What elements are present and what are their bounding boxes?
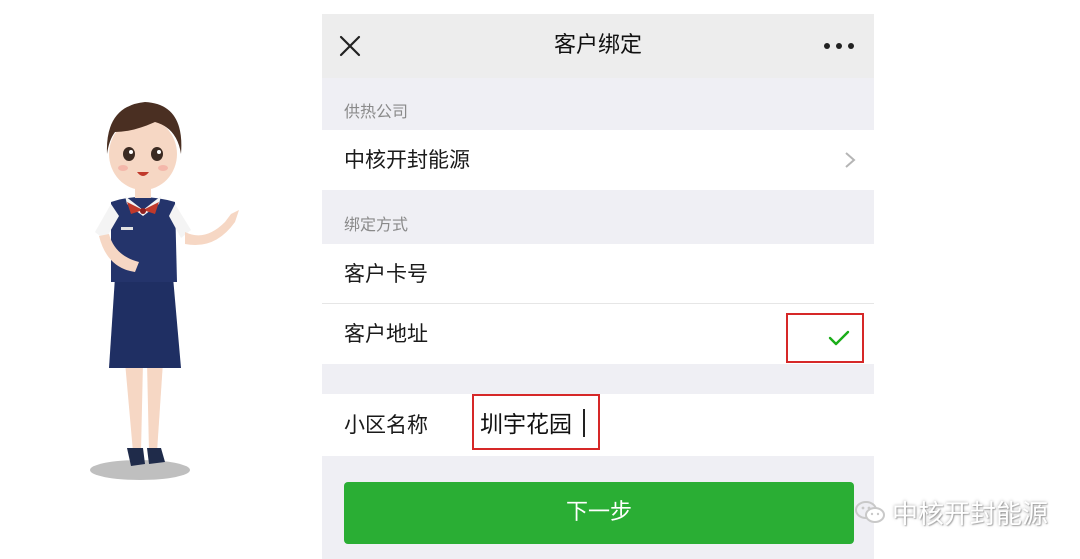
wechat-icon (854, 501, 885, 523)
selected-highlight-box (786, 313, 864, 363)
community-name-input[interactable] (480, 402, 590, 442)
section-label-heating-company: 供热公司 (344, 102, 409, 121)
heating-company-value: 中核开封能源 (344, 148, 470, 172)
watermark-text: 中核开封能源 (891, 499, 1048, 530)
bind-option-card-number[interactable]: 客户卡号 (322, 244, 874, 304)
section-label-bind-method: 绑定方式 (344, 215, 409, 234)
phone-screen: 客户绑定 供热公司 中核开封能源 绑定方式 客户卡号 客户地址 小区名称 圳宇花… (322, 14, 874, 559)
navigation-bar: 客户绑定 (322, 14, 874, 78)
customer-service-illustration (90, 102, 239, 480)
bind-option-address[interactable]: 客户地址 (322, 304, 874, 364)
chevron-right-icon (845, 152, 856, 168)
bind-option-label: 客户卡号 (344, 262, 428, 286)
page-title: 客户绑定 (553, 33, 642, 58)
bind-option-label: 客户地址 (344, 322, 428, 346)
checkmark-icon (828, 330, 850, 346)
community-name-row: 小区名称 (322, 394, 874, 456)
community-name-label: 小区名称 (344, 413, 428, 437)
text-caret (583, 409, 585, 437)
more-icon[interactable] (822, 36, 856, 56)
community-name-input-highlight (472, 394, 600, 450)
watermark: 中核开封能源 (854, 494, 1048, 530)
next-step-button[interactable]: 下一步 (344, 482, 854, 544)
heating-company-row[interactable]: 中核开封能源 (322, 130, 874, 190)
